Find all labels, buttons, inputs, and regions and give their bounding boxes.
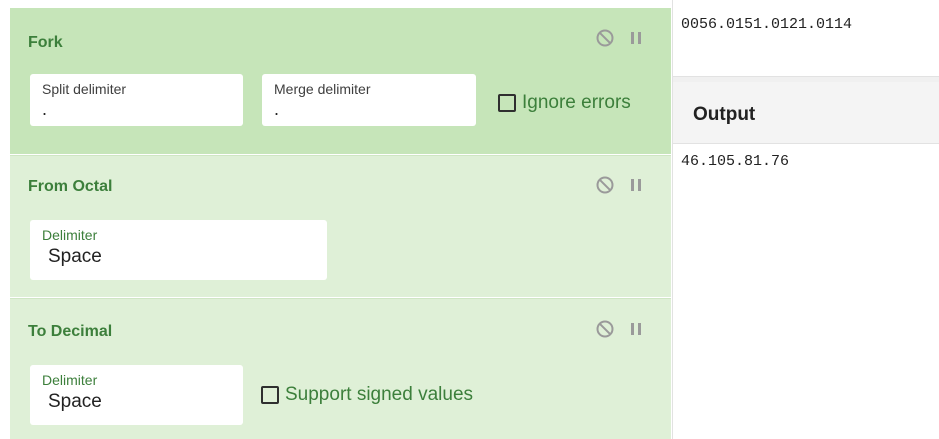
operation-from-octal: From Octal Delimiter — [10, 155, 671, 297]
split-delimiter-input[interactable] — [42, 99, 231, 119]
support-signed-values-checkbox[interactable]: Support signed values — [261, 384, 473, 406]
pause-icon[interactable] — [629, 29, 643, 47]
disable-icon[interactable] — [595, 319, 615, 339]
merge-delimiter-label: Merge delimiter — [274, 81, 371, 97]
operation-controls — [595, 319, 643, 339]
input-text[interactable]: 0056.0151.0121.0114 — [681, 16, 852, 33]
pause-icon[interactable] — [629, 176, 643, 194]
operation-controls — [595, 28, 643, 48]
delimiter-label: Delimiter — [42, 227, 98, 243]
pause-icon[interactable] — [629, 320, 643, 338]
operation-title: From Octal — [28, 178, 113, 195]
output-text[interactable]: 46.105.81.76 — [681, 153, 789, 170]
merge-delimiter-field[interactable]: Merge delimiter — [262, 74, 476, 126]
merge-delimiter-input[interactable] — [274, 99, 464, 119]
delimiter-input[interactable] — [42, 390, 237, 414]
checkbox-box[interactable] — [498, 94, 516, 112]
delimiter-label: Delimiter — [42, 372, 98, 388]
output-title: Output — [693, 104, 756, 125]
ignore-errors-label: Ignore errors — [522, 92, 631, 113]
output-header: Output — [673, 82, 939, 144]
operation-to-decimal: To Decimal Delimiter Support signed valu… — [10, 298, 671, 439]
operation-title: Fork — [28, 34, 63, 51]
recipe-panel: Fork Split delimiter Merge delimiter Ign… — [0, 0, 673, 439]
delimiter-field[interactable]: Delimiter — [30, 365, 243, 425]
operation-title: To Decimal — [28, 323, 113, 340]
support-signed-values-label: Support signed values — [285, 384, 474, 405]
operation-fork: Fork Split delimiter Merge delimiter Ign… — [10, 8, 671, 154]
delimiter-field[interactable]: Delimiter — [30, 220, 327, 280]
delimiter-input[interactable] — [42, 245, 321, 269]
split-delimiter-label: Split delimiter — [42, 81, 127, 97]
ignore-errors-checkbox[interactable]: Ignore errors — [498, 92, 631, 114]
checkbox-box[interactable] — [261, 386, 279, 404]
split-delimiter-field[interactable]: Split delimiter — [30, 74, 243, 126]
operation-controls — [595, 175, 643, 195]
disable-icon[interactable] — [595, 175, 615, 195]
disable-icon[interactable] — [595, 28, 615, 48]
io-panel: 0056.0151.0121.0114 Output 46.105.81.76 — [673, 0, 939, 439]
